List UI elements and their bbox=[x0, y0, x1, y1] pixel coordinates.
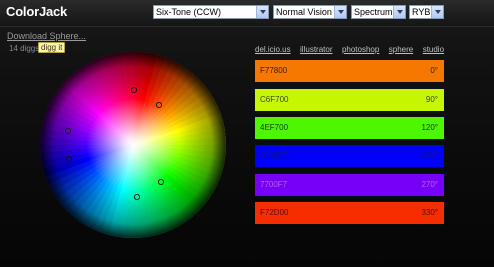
link-photoshop[interactable]: photoshop bbox=[342, 45, 379, 54]
chevron-down-icon[interactable] bbox=[256, 6, 268, 18]
wheel-center-glow bbox=[40, 52, 226, 238]
download-sphere-link[interactable]: Download Sphere... bbox=[7, 31, 86, 41]
swatch-degree: 90° bbox=[425, 95, 438, 104]
color-swatch-bar[interactable]: 7700F7 270° bbox=[255, 174, 444, 196]
model-select[interactable]: RYB bbox=[409, 5, 444, 19]
color-swatch-bar[interactable]: F77800 0° bbox=[255, 60, 444, 82]
swatch-hex: 7700F7 bbox=[260, 180, 288, 189]
export-links: del.icio.us illustrator photoshop sphere… bbox=[255, 39, 449, 54]
color-wheel[interactable] bbox=[40, 52, 226, 238]
swatch-hex: F77800 bbox=[260, 66, 288, 75]
link-illustrator[interactable]: illustrator bbox=[300, 45, 332, 54]
swatch-hex: 0000F7 bbox=[260, 151, 288, 160]
vision-select-value: Normal Vision bbox=[276, 7, 332, 17]
chevron-down-icon[interactable] bbox=[334, 6, 346, 18]
chevron-down-icon[interactable] bbox=[393, 6, 405, 18]
color-swatch-bar[interactable]: 4EF700 120° bbox=[255, 117, 444, 139]
swatch-hex: C6F700 bbox=[260, 95, 289, 104]
model-select-value: RYB bbox=[412, 7, 431, 17]
color-swatch-bar[interactable]: F72D00 330° bbox=[255, 202, 444, 224]
swatch-degree: 270° bbox=[421, 180, 438, 189]
colorjack-app: ColorJack Six-Tone (CCW) Normal Vision S… bbox=[0, 0, 494, 267]
harmony-select[interactable]: Six-Tone (CCW) bbox=[153, 5, 269, 19]
app-logo: ColorJack bbox=[6, 4, 68, 19]
mode-select-value: Spectrum bbox=[354, 7, 393, 17]
header-bar: ColorJack Six-Tone (CCW) Normal Vision S… bbox=[0, 0, 494, 27]
mode-select[interactable]: Spectrum bbox=[351, 5, 406, 19]
swatch-degree: 120° bbox=[421, 123, 438, 132]
color-swatch-bar[interactable]: C6F700 90° bbox=[255, 89, 444, 111]
swatch-hex: 4EF700 bbox=[260, 123, 289, 132]
swatch-hex: F72D00 bbox=[260, 208, 289, 217]
diggs-count: 14 diggs bbox=[9, 44, 40, 53]
swatch-degree: 330° bbox=[421, 208, 438, 217]
harmony-select-value: Six-Tone (CCW) bbox=[156, 7, 222, 17]
vision-select[interactable]: Normal Vision bbox=[273, 5, 347, 19]
color-swatch-bar[interactable]: 0000F7 180° bbox=[255, 145, 444, 167]
link-delicious[interactable]: del.icio.us bbox=[255, 45, 291, 54]
swatch-degree: 0° bbox=[430, 66, 438, 75]
chevron-down-icon[interactable] bbox=[431, 6, 443, 18]
color-wheel-graphic[interactable] bbox=[40, 52, 226, 238]
swatch-degree: 180° bbox=[421, 151, 438, 160]
link-studio[interactable]: studio bbox=[423, 45, 444, 54]
link-sphere[interactable]: sphere bbox=[389, 45, 413, 54]
